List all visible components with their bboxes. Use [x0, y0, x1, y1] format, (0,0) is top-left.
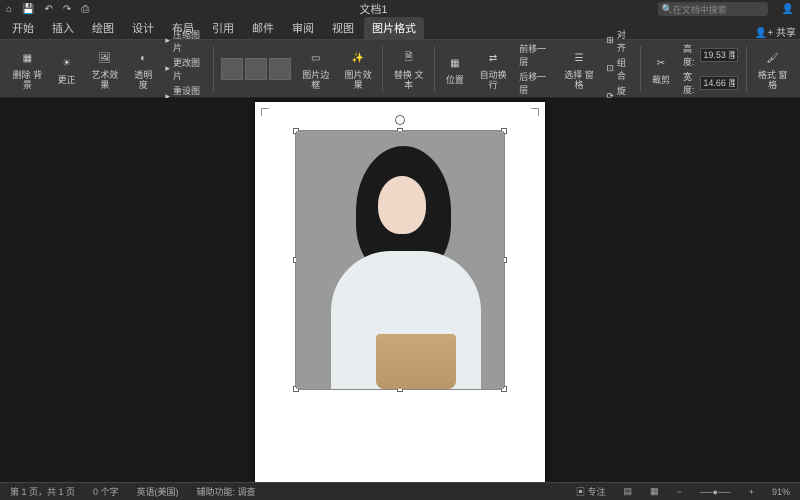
zoom-out-icon[interactable]: −: [673, 487, 686, 497]
user-icon[interactable]: 👤: [782, 4, 794, 15]
tab-mailings[interactable]: 邮件: [244, 17, 282, 39]
tab-design[interactable]: 设计: [124, 17, 162, 39]
zoom-in-icon[interactable]: +: [745, 487, 758, 497]
page: [255, 102, 545, 482]
align-button[interactable]: ⊞ 对齐: [606, 28, 632, 54]
picture-border-button[interactable]: ▭图片边框: [296, 46, 336, 91]
height-input[interactable]: [700, 48, 738, 62]
crop-button[interactable]: ✂裁剪: [645, 51, 677, 86]
position-button[interactable]: ▦位置: [439, 51, 471, 86]
redo-icon[interactable]: ↷: [63, 4, 71, 15]
ribbon: ▦删除 背景 ☀更正 🖼艺术效果 ◐透明度 ▸ 压缩图片 ▸ 更改图片 ▸ 重设…: [0, 40, 800, 98]
margin-corner: [531, 108, 539, 116]
selected-image[interactable]: [295, 130, 505, 390]
save-icon[interactable]: 💾: [22, 4, 34, 15]
width-input[interactable]: [700, 76, 738, 90]
focus-mode-button[interactable]: ▣ 专注: [572, 485, 610, 498]
photo-content: [296, 131, 504, 389]
style-thumb[interactable]: [221, 58, 243, 80]
width-label: 宽度:: [683, 70, 697, 96]
search-input[interactable]: 🔍 在文档中搜索: [658, 2, 768, 16]
zoom-level[interactable]: 91%: [768, 487, 794, 497]
wrap-text-button[interactable]: ⇄自动换行: [473, 46, 513, 91]
tab-draw[interactable]: 绘图: [84, 17, 122, 39]
margin-corner: [261, 108, 269, 116]
artistic-effects-button[interactable]: 🖼艺术效果: [85, 46, 125, 91]
word-count[interactable]: 0 个字: [89, 485, 123, 498]
accessibility-button[interactable]: 辅助功能: 调查: [193, 485, 260, 498]
rotate-handle[interactable]: [395, 115, 405, 125]
language-button[interactable]: 英语(美国): [133, 485, 183, 498]
tab-insert[interactable]: 插入: [44, 17, 82, 39]
send-backward-button[interactable]: 后移一层: [519, 70, 551, 96]
document-title: 文档1: [97, 1, 649, 17]
group-button[interactable]: ⊡ 组合: [606, 56, 632, 82]
picture-effects-button[interactable]: ✨图片效果: [338, 46, 378, 91]
tab-view[interactable]: 视图: [324, 17, 362, 39]
picture-styles-gallery[interactable]: [218, 58, 294, 80]
style-thumb[interactable]: [269, 58, 291, 80]
tab-review[interactable]: 审阅: [284, 17, 322, 39]
remove-bg-button[interactable]: ▦删除 背景: [6, 46, 49, 91]
alt-text-button[interactable]: 🗎替换 文本: [387, 46, 430, 91]
selection-pane-button[interactable]: ☰选择 窗格: [558, 46, 601, 91]
print-icon[interactable]: ⎙: [81, 4, 89, 15]
view-web-icon[interactable]: ▦: [646, 486, 663, 497]
quick-access: ⌂ 💾 ↶ ↷ ⎙: [6, 4, 89, 15]
tab-home[interactable]: 开始: [4, 17, 42, 39]
share-button[interactable]: 👤+ 共享: [755, 24, 796, 39]
document-canvas[interactable]: [0, 98, 800, 482]
compress-pictures-button[interactable]: ▸ 压缩图片: [165, 28, 204, 54]
transparency-button[interactable]: ◐透明度: [127, 46, 159, 91]
menu-bar: 开始 插入 绘图 设计 布局 引用 邮件 审阅 视图 图片格式 👤+ 共享: [0, 18, 800, 40]
undo-icon[interactable]: ↶: [45, 4, 53, 15]
home-icon[interactable]: ⌂: [6, 4, 12, 15]
status-bar: 第 1 页，共 1 页 0 个字 英语(美国) 辅助功能: 调查 ▣ 专注 ▤ …: [0, 482, 800, 500]
title-bar: ⌂ 💾 ↶ ↷ ⎙ 文档1 🔍 在文档中搜索 👤: [0, 0, 800, 18]
bring-forward-button[interactable]: 前移一层: [519, 42, 551, 68]
corrections-button[interactable]: ☀更正: [51, 51, 83, 86]
zoom-slider[interactable]: ──●──: [696, 487, 735, 497]
tab-references[interactable]: 引用: [204, 17, 242, 39]
height-label: 高度:: [683, 42, 697, 68]
format-pane-button[interactable]: 🖌格式 窗格: [751, 46, 794, 91]
change-picture-button[interactable]: ▸ 更改图片: [165, 56, 204, 82]
view-print-icon[interactable]: ▤: [619, 486, 636, 497]
tab-picture-format[interactable]: 图片格式: [364, 17, 424, 39]
page-count[interactable]: 第 1 页，共 1 页: [6, 485, 79, 498]
style-thumb[interactable]: [245, 58, 267, 80]
